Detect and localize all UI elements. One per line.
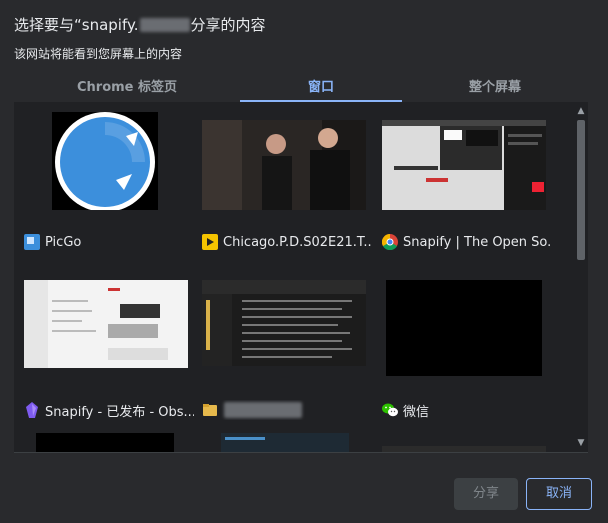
scroll-down-icon[interactable]: ▼ bbox=[574, 436, 588, 450]
dialog-title-prefix: 选择要与“snapify. bbox=[14, 16, 139, 34]
window-item-partial[interactable] bbox=[382, 446, 546, 452]
window-thumbnail bbox=[202, 112, 372, 210]
picgo-app-icon bbox=[24, 234, 40, 250]
redacted-domain bbox=[139, 18, 190, 32]
window-item-chrome[interactable]: Snapify | The Open So... bbox=[382, 112, 552, 262]
window-thumbnail bbox=[24, 112, 194, 218]
tab-chrome-tabs[interactable]: Chrome 标签页 bbox=[14, 76, 240, 102]
chrome-icon bbox=[382, 233, 398, 251]
window-label: PicGo bbox=[24, 232, 194, 252]
window-item-explorer[interactable] bbox=[202, 280, 372, 430]
window-item-obsidian[interactable]: Snapify - 已发布 - Obs... bbox=[24, 280, 194, 430]
folder-icon bbox=[202, 402, 218, 418]
scrollbar-thumb[interactable] bbox=[577, 120, 585, 260]
redacted-folder-name bbox=[224, 402, 302, 418]
dialog-title: 选择要与“snapify. 分享的内容 bbox=[14, 14, 266, 35]
window-thumbnail bbox=[24, 280, 194, 378]
tab-window[interactable]: 窗口 bbox=[240, 76, 402, 102]
obsidian-icon bbox=[24, 402, 40, 418]
dialog-title-suffix: 分享的内容 bbox=[190, 16, 266, 34]
wechat-icon bbox=[382, 402, 398, 418]
window-item-potplayer[interactable]: Chicago.P.D.S02E21.T... bbox=[202, 112, 372, 262]
window-thumbnail bbox=[382, 272, 552, 378]
window-label bbox=[202, 400, 372, 420]
scrollbar[interactable]: ▲ ▼ bbox=[574, 102, 588, 452]
window-label: Chicago.P.D.S02E21.T... bbox=[202, 232, 372, 252]
dialog-subtitle: 该网站将能看到您屏幕上的内容 bbox=[14, 47, 183, 61]
window-item-partial[interactable] bbox=[36, 433, 174, 452]
window-label: Snapify - 已发布 - Obs... bbox=[24, 400, 194, 420]
window-item-picgo[interactable]: PicGo bbox=[24, 112, 194, 262]
share-button[interactable]: 分享 bbox=[454, 478, 518, 510]
source-tabs: Chrome 标签页 窗口 整个屏幕 bbox=[14, 76, 588, 103]
tab-entire-screen[interactable]: 整个屏幕 bbox=[402, 76, 588, 102]
window-thumbnail bbox=[202, 280, 372, 378]
potplayer-icon bbox=[202, 234, 218, 250]
scroll-up-icon[interactable]: ▲ bbox=[574, 104, 588, 118]
window-list: PicGo Chicago.P.D.S02E21.T... Snapify | … bbox=[14, 102, 588, 453]
window-item-wechat[interactable]: 微信 bbox=[382, 272, 552, 430]
window-label: 微信 bbox=[382, 400, 552, 420]
window-label: Snapify | The Open So... bbox=[382, 232, 552, 252]
cancel-button[interactable]: 取消 bbox=[526, 478, 592, 510]
window-item-partial[interactable] bbox=[221, 433, 349, 452]
window-thumbnail bbox=[382, 112, 552, 210]
